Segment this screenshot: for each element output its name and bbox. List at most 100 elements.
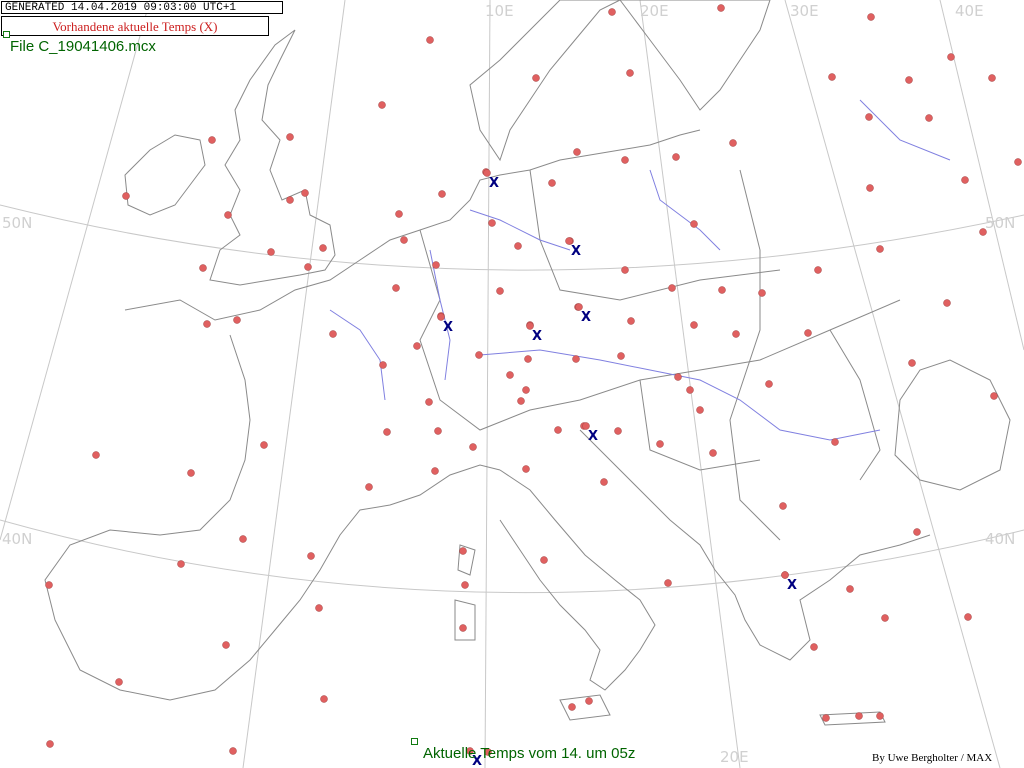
station-dot [988, 74, 996, 82]
station-dot [913, 528, 921, 536]
station-dot [304, 263, 312, 271]
station-dot [469, 443, 477, 451]
station-dot [828, 73, 836, 81]
station-dot [522, 386, 530, 394]
station-dot [46, 740, 54, 748]
station-dot [517, 397, 525, 405]
station-dot [729, 139, 737, 147]
current-temp-marker: X [489, 176, 499, 191]
station-dot [810, 643, 818, 651]
station-dot [674, 373, 682, 381]
station-dot [122, 192, 130, 200]
station-dot [804, 329, 812, 337]
station-dot [831, 438, 839, 446]
station-dot [329, 330, 337, 338]
station-dot [307, 552, 315, 560]
station-dot [459, 624, 467, 632]
station-dot [585, 697, 593, 705]
station-dot [627, 317, 635, 325]
station-dot [239, 535, 247, 543]
station-dot [319, 244, 327, 252]
lat-label-40n-left: 40N [2, 530, 33, 548]
station-dot [947, 53, 955, 61]
station-dot [267, 248, 275, 256]
station-dot [876, 712, 884, 720]
station-dot [866, 184, 874, 192]
lat-label-50n-right: 50N [985, 214, 1016, 232]
station-dot [943, 299, 951, 307]
station-dot [621, 266, 629, 274]
station-dot [696, 406, 704, 414]
station-dot [514, 242, 522, 250]
station-dot [865, 113, 873, 121]
station-dot [846, 585, 854, 593]
station-dot [203, 320, 211, 328]
station-dot [664, 579, 672, 587]
current-temp-marker: X [588, 429, 598, 444]
station-dot [383, 428, 391, 436]
station-dot [814, 266, 822, 274]
station-dot [400, 236, 408, 244]
lat-label-50n-left: 50N [2, 214, 33, 232]
station-dot [925, 114, 933, 122]
station-dot [548, 179, 556, 187]
station-dot [532, 74, 540, 82]
station-dot [905, 76, 913, 84]
station-dot [990, 392, 998, 400]
current-temp-marker: X [532, 329, 542, 344]
station-dot [614, 427, 622, 435]
station-dot [222, 641, 230, 649]
station-dot [572, 355, 580, 363]
station-dot [199, 264, 207, 272]
station-dot [867, 13, 875, 21]
station-dot [392, 284, 400, 292]
lon-label-30e: 30E [790, 2, 819, 20]
lon-label-20e-bottom: 20E [720, 748, 749, 766]
station-dot [315, 604, 323, 612]
station-dot [554, 426, 562, 434]
station-dot [432, 261, 440, 269]
station-dot [461, 581, 469, 589]
station-dot [765, 380, 773, 388]
credit-label: By Uwe Bergholter / MAX [872, 752, 993, 764]
current-temp-marker: X [571, 244, 581, 259]
station-dot [779, 502, 787, 510]
station-dot [709, 449, 717, 457]
station-dot [434, 427, 442, 435]
station-dot [621, 156, 629, 164]
station-dot [600, 478, 608, 486]
station-dot [177, 560, 185, 568]
station-dot [961, 176, 969, 184]
station-dot [881, 614, 889, 622]
rivers [329, 99, 951, 441]
station-dot [187, 469, 195, 477]
station-dot [718, 286, 726, 294]
station-dot [822, 714, 830, 722]
station-dot [540, 556, 548, 564]
station-dot [425, 398, 433, 406]
station-dot [668, 284, 676, 292]
station-dot [717, 4, 725, 12]
station-dot [378, 101, 386, 109]
station-dot [568, 703, 576, 711]
station-dot [459, 547, 467, 555]
station-dot [365, 483, 373, 491]
station-dot [732, 330, 740, 338]
station-dot [626, 69, 634, 77]
current-temp-marker: X [787, 578, 797, 593]
station-dot [413, 342, 421, 350]
station-dot [426, 36, 434, 44]
station-dot [686, 386, 694, 394]
station-dot [431, 467, 439, 475]
station-dot [672, 153, 680, 161]
generated-timestamp: GENERATED 14.04.2019 09:03:00 UTC+1 [1, 1, 283, 14]
current-temp-marker: X [443, 320, 453, 335]
file-label: File C_19041406.mcx [10, 38, 156, 55]
station-dot [208, 136, 216, 144]
station-dot [438, 190, 446, 198]
station-dot [286, 133, 294, 141]
station-dot [690, 220, 698, 228]
current-temp-marker: X [581, 310, 591, 325]
station-dot [524, 355, 532, 363]
legend-label: Vorhandene aktuelle Temps (X) [1, 16, 269, 36]
